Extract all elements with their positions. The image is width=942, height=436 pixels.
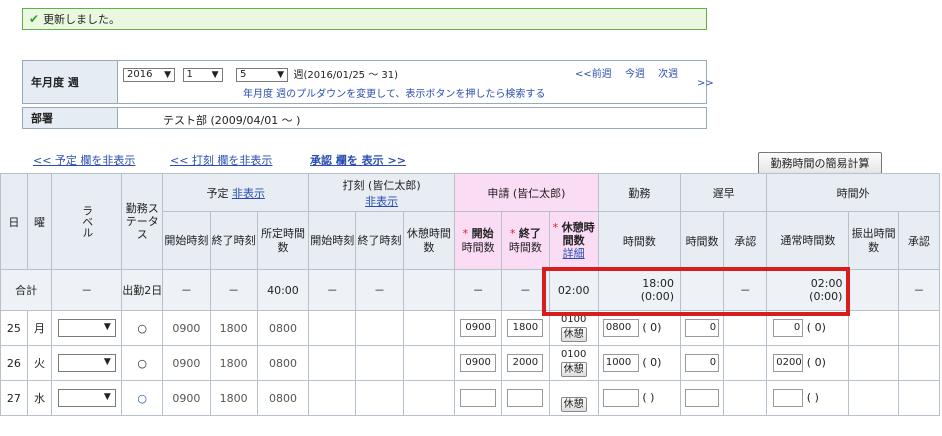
total-planned: 40:00 — [256, 269, 310, 311]
period-label: 年月度 週 — [23, 61, 118, 103]
late-hours-header: 時間数 — [679, 211, 725, 270]
overtime-input[interactable] — [773, 389, 804, 407]
hide-schedule-link[interactable]: << 予定 欄を非表示 — [33, 152, 135, 168]
status-header: 勤務ステータス — [121, 173, 164, 270]
total-row: 合計 － 出勤2日 － － 40:00 － － － － 02:00 18:00(… — [0, 269, 941, 311]
week-range: 週(2016/01/25 ～ 31) — [293, 70, 399, 81]
quick-calc-button[interactable]: 勤務時間の簡易計算 — [758, 152, 882, 174]
label-header: ラベル — [51, 173, 123, 270]
dropdown-arrow-icon: ▼ — [211, 70, 219, 80]
table-row: 27 水 ▼ ○ 0900 1800 0800 休憩 ( ) ( ) — [0, 380, 941, 416]
department-box: 部署 テスト部 (2009/04/01 ～ ) — [22, 107, 707, 129]
ot-normal-header: 通常時間数 — [766, 211, 850, 270]
schedule-hide-link[interactable]: 非表示 — [232, 187, 265, 200]
overtime-input[interactable]: 0 — [773, 319, 804, 337]
punch-end-header: 終了時刻 — [355, 211, 404, 270]
req-end-input[interactable] — [507, 389, 544, 407]
late-input[interactable]: 0 — [685, 354, 720, 372]
prev-week-link[interactable]: <<前週 — [575, 69, 612, 80]
status-circle[interactable]: ○ — [121, 380, 164, 416]
total-req-break: 02:00 — [548, 269, 599, 311]
this-week-link[interactable]: 今週 — [625, 69, 645, 80]
req-start-input[interactable] — [460, 389, 497, 407]
dropdown-arrow-icon: ▼ — [103, 322, 111, 332]
late-header: 遅早 — [679, 173, 768, 212]
attendance-table: 日 曜 ラベル 勤務ステータス 予定 非表示 打刻 (皆仁太郎) 非表示 申請 (… — [0, 173, 941, 416]
week-nav: <<前週 今週 次週 — [575, 65, 678, 80]
period-selectors: 2016 ▼ 1 ▼ 5 ▼ 週(2016/01/25 ～ 31) — [123, 66, 398, 82]
punch-header: 打刻 (皆仁太郎) 非表示 — [308, 173, 456, 212]
punch-hide-link[interactable]: 非表示 — [365, 195, 398, 208]
year-select[interactable]: 2016 ▼ — [123, 68, 175, 82]
work-input[interactable]: 1000 — [602, 354, 639, 372]
punch-start-header: 開始時刻 — [308, 211, 357, 270]
req-break-header: * 休憩時間数 詳細 — [548, 211, 599, 270]
weekday-header: 曜 — [26, 173, 53, 270]
req-start-header: * 開始 時間数 — [454, 211, 503, 270]
break-button[interactable]: 休憩 — [560, 327, 587, 342]
punch-break-header: 休憩時間数 — [402, 211, 456, 270]
dropdown-arrow-icon: ▼ — [164, 70, 171, 80]
total-overtime: 02:00 (0:00) — [766, 269, 850, 311]
period-hint: 年月度 週のプルダウンを変更して、表示ボタンを押したら検索する — [243, 89, 546, 100]
late-input[interactable] — [685, 389, 720, 407]
table-row: 25 月 ▼ ○ 0900 1800 0800 0900 1800 0100 休憩… — [0, 310, 941, 346]
success-message: 更新しました。 — [43, 13, 121, 26]
late-input[interactable]: 0 — [685, 319, 720, 337]
day-header: 日 — [0, 173, 28, 270]
ot-transfer-header: 振出時間数 — [848, 211, 899, 270]
work-input[interactable] — [602, 389, 639, 407]
next-week-link[interactable]: 次週 — [658, 69, 678, 80]
work-input[interactable]: 0800 — [602, 319, 639, 337]
check-icon: ✔ — [29, 12, 40, 26]
next-week-arrow[interactable]: >> — [697, 78, 714, 89]
sched-planned-header: 所定時間数 — [256, 211, 310, 270]
show-approval-link[interactable]: 承認 欄を 表示 >> — [310, 152, 406, 168]
period-box: 年月度 週 2016 ▼ 1 ▼ 5 ▼ 週(2016/01/25 ～ 31) 年月度… — [22, 60, 714, 104]
hide-punch-link[interactable]: << 打刻 欄を非表示 — [170, 152, 272, 168]
req-detail-link[interactable]: 詳細 — [563, 247, 585, 260]
dropdown-arrow-icon: ▼ — [103, 392, 111, 402]
overtime-header: 時間外 — [766, 173, 940, 212]
req-end-input[interactable]: 2000 — [507, 354, 544, 372]
sched-start-header: 開始時刻 — [162, 211, 211, 270]
label-select[interactable]: ▼ — [57, 389, 116, 407]
dropdown-arrow-icon: ▼ — [277, 70, 284, 80]
req-end-header: * 終了 時間数 — [501, 211, 550, 270]
break-button[interactable]: 休憩 — [560, 362, 587, 377]
work-header: 勤務 — [597, 173, 682, 212]
late-approve-header: 承認 — [723, 211, 768, 270]
application-header: 申請 (皆仁太郎) — [454, 173, 599, 212]
label-select[interactable]: ▼ — [57, 354, 116, 372]
status-circle[interactable]: ○ — [121, 345, 164, 381]
req-start-input[interactable]: 0900 — [460, 354, 497, 372]
week-select[interactable]: 5 ▼ — [236, 68, 288, 82]
work-hours-header: 時間数 — [597, 211, 682, 270]
department-value: テスト部 (2009/04/01 ～ ) — [163, 114, 301, 127]
ot-approve-header: 承認 — [897, 211, 941, 270]
success-banner: ✔ 更新しました。 — [22, 8, 707, 30]
dropdown-arrow-icon: ▼ — [103, 357, 111, 367]
total-status: 出勤2日 — [121, 269, 164, 311]
department-label: 部署 — [23, 108, 118, 128]
total-label: 合計 — [0, 269, 53, 311]
req-start-input[interactable]: 0900 — [460, 319, 497, 337]
schedule-header: 予定 非表示 — [162, 173, 310, 212]
overtime-input[interactable]: 0200 — [773, 354, 804, 372]
break-button[interactable]: 休憩 — [560, 397, 587, 412]
status-circle[interactable]: ○ — [121, 310, 164, 346]
total-work: 18:00 (0:00) — [597, 269, 682, 311]
label-select[interactable]: ▼ — [57, 319, 116, 337]
req-end-input[interactable]: 1800 — [507, 319, 544, 337]
month-select[interactable]: 1 ▼ — [182, 68, 223, 82]
table-row: 26 火 ▼ ○ 0900 1800 0800 0900 2000 0100 休憩… — [0, 345, 941, 381]
sched-end-header: 終了時刻 — [209, 211, 258, 270]
